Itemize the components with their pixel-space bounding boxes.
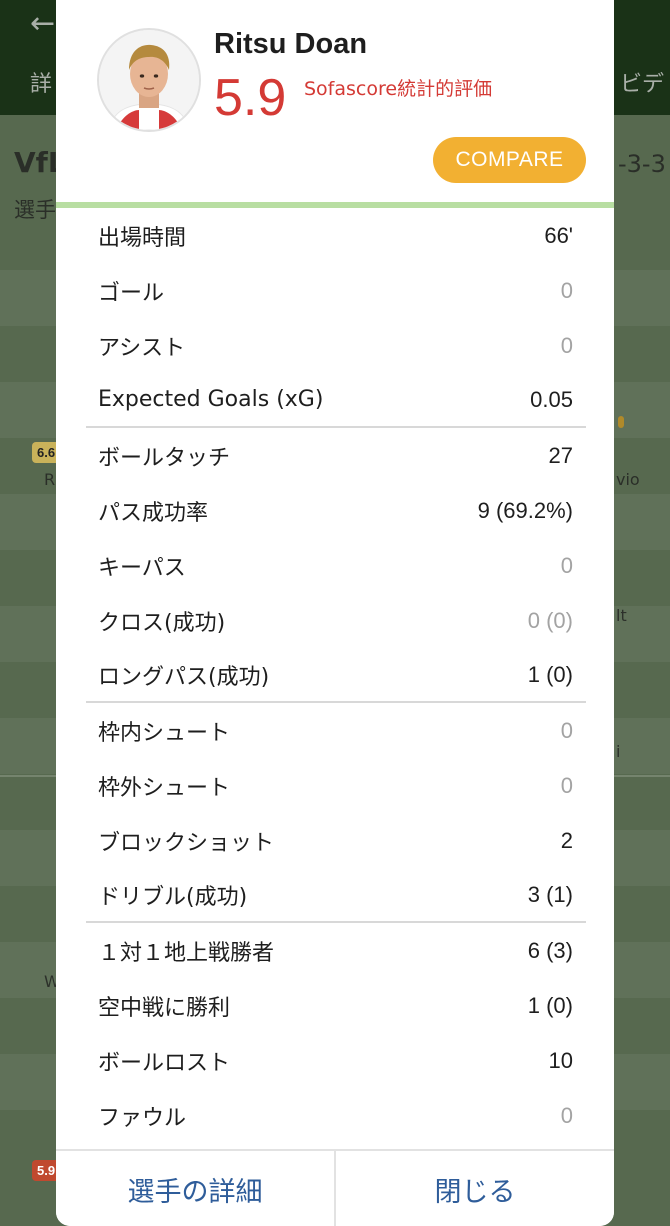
stat-value: 0	[560, 717, 573, 743]
stat-value: 6 (3)	[527, 937, 573, 963]
background-tab-left[interactable]: 詳	[30, 66, 52, 98]
player-rating: 5.9	[214, 69, 287, 127]
stat-label: 空中戦に勝利	[98, 995, 231, 1021]
stat-row: Expected Goals (xG) 0.05	[86, 373, 586, 428]
stat-row: ボールロスト 10	[86, 1033, 586, 1088]
background-player-label: lt	[616, 606, 627, 625]
stat-row: 空中戦に勝利 1 (0)	[86, 978, 586, 1033]
background-formation: -3-3	[618, 150, 666, 178]
stat-value: 0	[560, 332, 573, 358]
player-photo-icon	[99, 30, 199, 130]
stat-label: ボールロスト	[98, 1050, 231, 1076]
stat-label: クロス(成功)	[98, 610, 226, 636]
stat-label: キーパス	[98, 555, 186, 581]
player-stats-modal: Ritsu Doan 5.9 Sofascore統計的評価 COMPARE 出場…	[56, 0, 614, 1226]
stat-label: １対１地上戦勝者	[98, 940, 275, 966]
player-details-button[interactable]: 選手の詳細	[56, 1151, 334, 1226]
stat-row: ボールタッチ 27	[86, 428, 586, 483]
stat-value: 0	[560, 277, 573, 303]
stat-value: 10	[548, 1047, 573, 1073]
stat-row: ドリブル(成功) 3 (1)	[86, 868, 586, 923]
stat-value: 0	[560, 772, 573, 798]
stat-row: 枠内シュート 0	[86, 703, 586, 758]
player-avatar	[97, 28, 201, 132]
stat-label: 枠内シュート	[98, 720, 231, 746]
stat-row: アシスト 0	[86, 318, 586, 373]
stat-label: ドリブル(成功)	[98, 884, 248, 910]
stat-row: 出場時間 66'	[86, 208, 586, 263]
stat-label: ファウル	[98, 1105, 187, 1131]
stat-value: 0	[560, 552, 573, 578]
stat-row: パス成功率 9 (69.2%)	[86, 483, 586, 538]
stat-value: 1 (0)	[527, 661, 573, 687]
modal-header: Ritsu Doan 5.9 Sofascore統計的評価 COMPARE	[56, 0, 614, 204]
background-player-label: i	[616, 742, 621, 761]
stat-value: 0.05	[530, 386, 573, 412]
stat-row: ブロックショット 2	[86, 813, 586, 868]
stat-value: 9 (69.2%)	[477, 497, 573, 523]
stat-value: 3 (1)	[527, 881, 573, 907]
stat-row: クロス(成功) 0 (0)	[86, 593, 586, 648]
stat-row: ロングパス(成功) 1 (0)	[86, 648, 586, 703]
background-rating-badge-small	[618, 416, 624, 428]
background-player-label: vio	[616, 470, 640, 489]
stat-row: ゴール 0	[86, 263, 586, 318]
stat-row: ファウル 0	[86, 1088, 586, 1143]
stat-label: アシスト	[98, 335, 186, 361]
stat-value: 1 (0)	[527, 992, 573, 1018]
stats-list: 出場時間 66' ゴール 0 アシスト 0 Expected Goals (xG) 0.05 ボ…	[86, 208, 586, 1143]
stat-row: １対１地上戦勝者 6 (3)	[86, 923, 586, 978]
rating-source-label: Sofascore統計的評価	[304, 78, 493, 100]
stat-value: 0 (0)	[527, 607, 573, 633]
stat-label: ブロックショット	[98, 830, 275, 856]
stat-value: 27	[548, 442, 573, 468]
stat-label: 枠外シュート	[98, 775, 231, 801]
player-name: Ritsu Doan	[214, 28, 368, 60]
stat-label: ロングパス(成功)	[98, 664, 270, 690]
stat-label: 出場時間	[98, 225, 187, 251]
stat-row: キーパス 0	[86, 538, 586, 593]
stat-label: ゴール	[98, 280, 165, 306]
compare-button[interactable]: COMPARE	[433, 137, 586, 183]
stat-value: 2	[560, 827, 573, 853]
stat-value: 0	[560, 1102, 573, 1128]
stat-row: 枠外シュート 0	[86, 758, 586, 813]
stat-label: Expected Goals (xG)	[98, 387, 324, 412]
background-player-label: R	[44, 470, 56, 489]
stat-value: 66'	[544, 222, 573, 248]
background-section-label: 選手	[14, 198, 56, 222]
background-tab-right[interactable]: ビデ	[620, 66, 664, 98]
close-button[interactable]: 閉じる	[334, 1151, 614, 1226]
back-arrow-icon[interactable]: ←	[30, 6, 55, 41]
stat-label: ボールタッチ	[98, 445, 231, 471]
stat-label: パス成功率	[98, 500, 209, 526]
modal-footer: 選手の詳細 閉じる	[56, 1149, 614, 1226]
